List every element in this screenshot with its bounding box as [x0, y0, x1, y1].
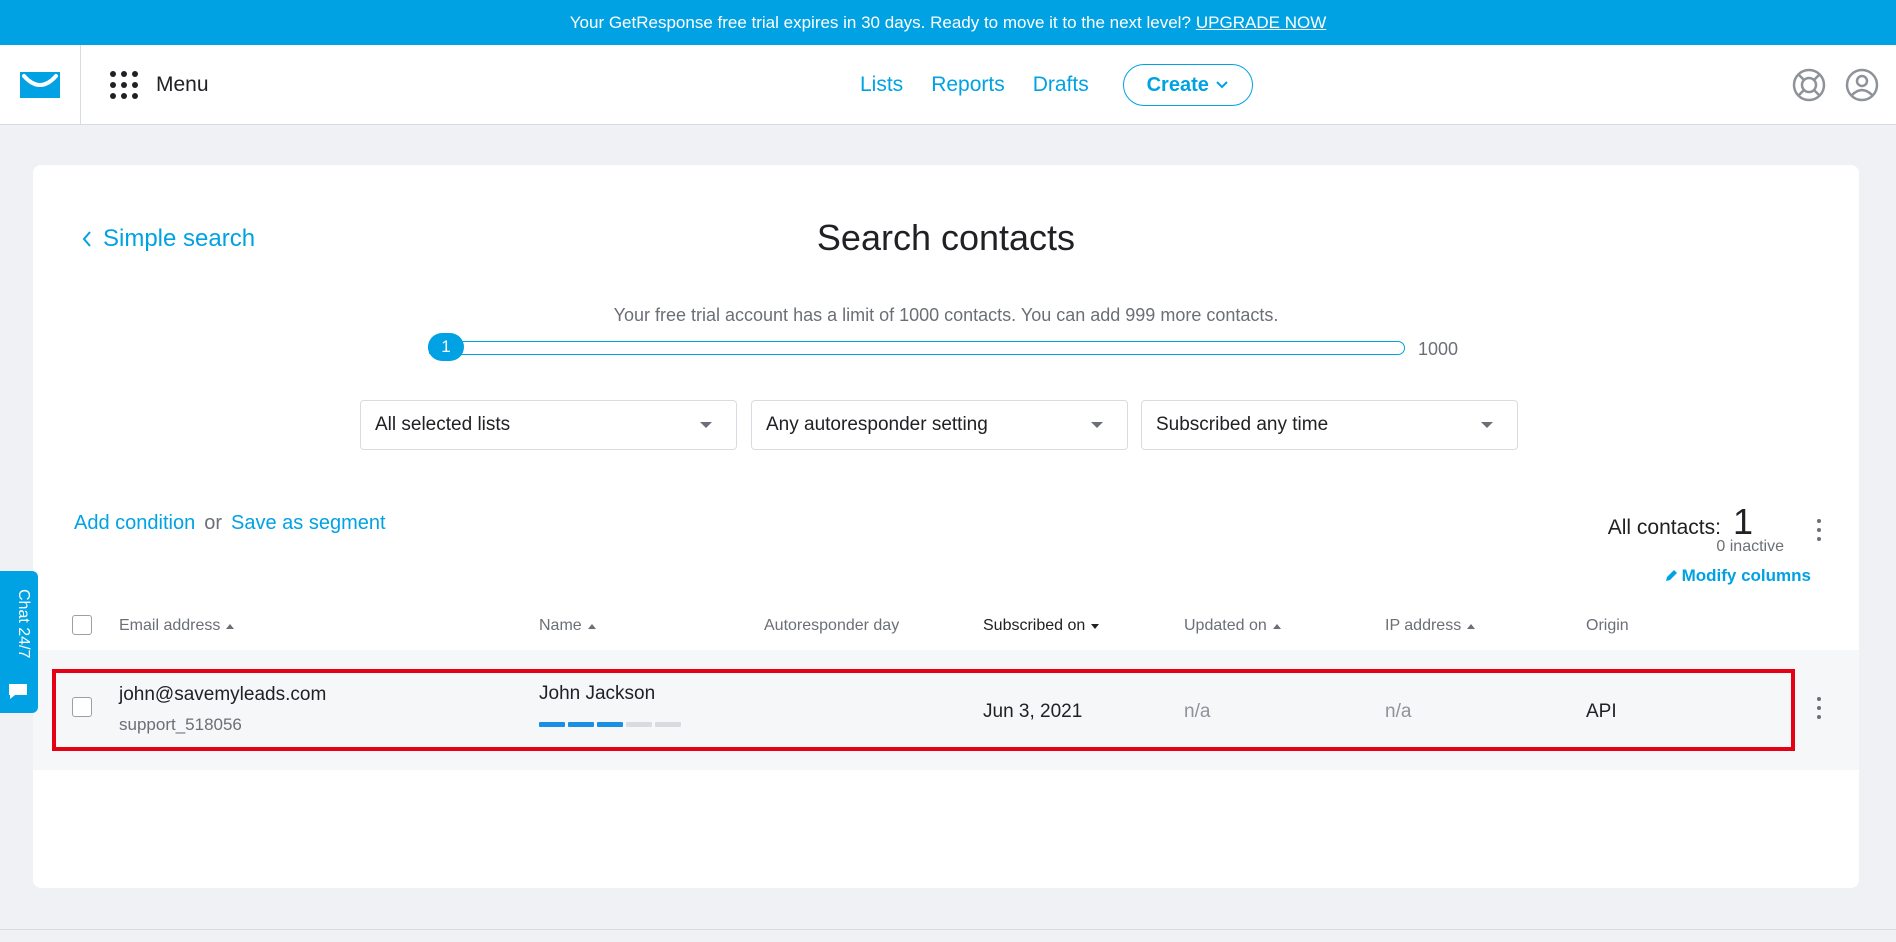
contact-list: support_518056: [119, 715, 242, 734]
search-contacts-card: Simple search Search contacts Your free …: [33, 165, 1859, 888]
nav-lists[interactable]: Lists: [860, 73, 903, 97]
engagement-bar-segment: [568, 722, 594, 727]
column-ip-address-label: IP address: [1385, 617, 1462, 634]
pencil-icon: [1665, 570, 1677, 581]
row-more-options-icon[interactable]: [1809, 693, 1829, 723]
subscription-date-filter-value: Subscribed any time: [1156, 414, 1329, 435]
column-name[interactable]: Name: [539, 617, 596, 635]
column-email-address-label: Email address: [119, 617, 221, 634]
or-separator: or: [204, 512, 222, 534]
select-all-checkbox[interactable]: [72, 615, 92, 635]
page-bottom-divider: [0, 929, 1896, 930]
contact-subscribed-on: Jun 3, 2021: [983, 701, 1083, 722]
column-name-label: Name: [539, 617, 582, 634]
column-origin-label: Origin: [1586, 617, 1629, 634]
chevron-down-icon: [1216, 81, 1228, 89]
create-button-label: Create: [1146, 73, 1209, 96]
engagement-score: [539, 722, 684, 727]
modify-columns-link[interactable]: Modify columns: [1664, 566, 1811, 586]
contact-name: John Jackson: [539, 683, 656, 704]
engagement-bar-segment: [539, 722, 565, 727]
slider-knob[interactable]: 1: [428, 333, 464, 361]
menu-label: Menu: [156, 73, 209, 96]
contact-limit-text: Your free trial account has a limit of 1…: [613, 305, 1279, 325]
autoresponder-filter-value: Any autoresponder setting: [766, 414, 988, 435]
add-condition-link[interactable]: Add condition: [74, 512, 195, 535]
trial-banner-text: Your GetResponse free trial expires in 3…: [569, 12, 1191, 32]
sort-asc-icon: [1467, 623, 1476, 629]
condition-actions: Add condition or Save as segment: [74, 512, 386, 535]
sort-asc-icon: [587, 623, 596, 629]
contact-origin: API: [1586, 701, 1617, 722]
help-lifebuoy-icon[interactable]: [1791, 67, 1827, 103]
save-as-segment-link[interactable]: Save as segment: [231, 512, 386, 535]
app-header: Menu Lists Reports Drafts Create: [0, 45, 1896, 125]
page-title: Search contacts: [816, 217, 1076, 258]
engagement-bar-segment: [655, 722, 681, 727]
getresponse-logo-icon: [20, 72, 60, 98]
column-updated-on-label: Updated on: [1184, 617, 1267, 634]
column-updated-on[interactable]: Updated on: [1184, 617, 1281, 635]
create-button[interactable]: Create: [1122, 64, 1253, 106]
all-contacts-summary: All contacts: 1: [1608, 501, 1753, 543]
chat-tab[interactable]: Chat 24/7: [0, 571, 38, 713]
apps-grid-icon: [110, 71, 138, 99]
chat-bubble-icon: [9, 684, 27, 699]
main-menu-button[interactable]: Menu: [110, 45, 209, 125]
getresponse-logo[interactable]: [0, 45, 81, 125]
autoresponder-filter-dropdown[interactable]: Any autoresponder setting: [751, 400, 1128, 450]
sort-asc-icon: [226, 623, 235, 629]
nav-reports[interactable]: Reports: [931, 73, 1005, 97]
contact-ip-address: n/a: [1385, 701, 1412, 722]
chat-label: Chat 24/7: [15, 589, 32, 659]
column-origin: Origin: [1586, 617, 1629, 635]
nav-drafts[interactable]: Drafts: [1033, 73, 1089, 97]
summary-more-options-icon[interactable]: [1809, 515, 1829, 545]
trial-banner: Your GetResponse free trial expires in 3…: [0, 0, 1896, 45]
caret-down-icon: [700, 422, 712, 428]
column-subscribed-on-label: Subscribed on: [983, 617, 1086, 634]
row-checkbox[interactable]: [72, 697, 92, 717]
contact-limit-slider[interactable]: [428, 341, 1405, 355]
column-autoresponder-day-label: Autoresponder day: [764, 617, 900, 634]
contact-email[interactable]: john@savemyleads.com: [119, 684, 326, 706]
lists-filter-value: All selected lists: [375, 414, 511, 435]
top-nav: Lists Reports Drafts Create: [860, 45, 1253, 125]
all-contacts-label: All contacts:: [1607, 516, 1721, 539]
column-autoresponder-day: Autoresponder day: [764, 617, 899, 635]
slider-max-label: 1000: [1418, 339, 1459, 359]
user-profile-icon[interactable]: [1844, 67, 1880, 103]
inactive-count: 0 inactive: [1716, 538, 1784, 555]
contact-updated-on: n/a: [1184, 701, 1211, 722]
upgrade-now-link[interactable]: UPGRADE NOW: [1196, 13, 1326, 33]
column-subscribed-on[interactable]: Subscribed on: [983, 617, 1100, 635]
lists-filter-dropdown[interactable]: All selected lists: [360, 400, 737, 450]
modify-columns-label: Modify columns: [1681, 566, 1811, 585]
sort-asc-icon: [1272, 623, 1281, 629]
sort-desc-icon: [1091, 623, 1100, 629]
subscription-date-filter-dropdown[interactable]: Subscribed any time: [1141, 400, 1518, 450]
engagement-bar-segment: [626, 722, 652, 727]
engagement-bar-segment: [597, 722, 623, 727]
all-contacts-count: 1: [1732, 501, 1753, 542]
column-email-address[interactable]: Email address: [119, 617, 235, 635]
column-ip-address[interactable]: IP address: [1385, 617, 1476, 635]
caret-down-icon: [1091, 422, 1103, 428]
caret-down-icon: [1481, 422, 1493, 428]
